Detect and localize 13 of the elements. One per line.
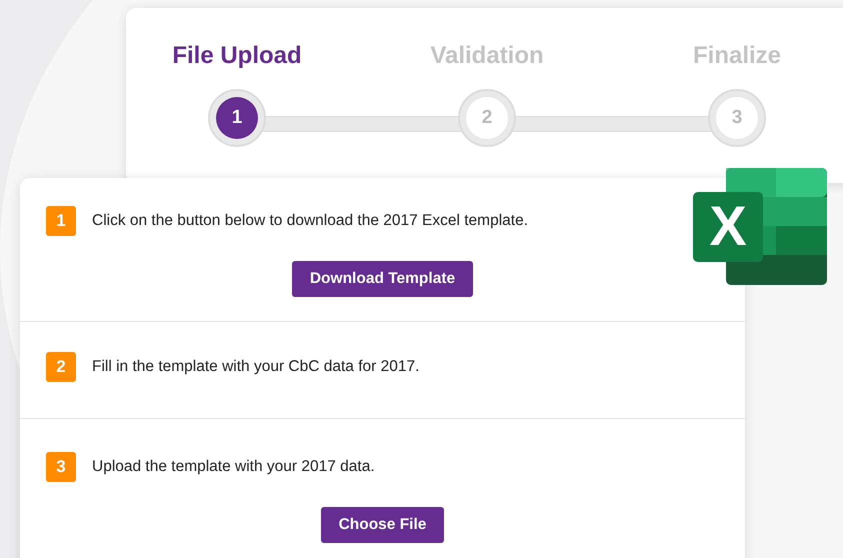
step-number: 1: [216, 96, 258, 139]
step-number-badge: 1: [46, 206, 76, 236]
action-button[interactable]: Download Template: [292, 261, 474, 297]
step-number-badge: 3: [46, 452, 76, 482]
action-button[interactable]: Choose File: [320, 507, 444, 543]
step-number: 3: [716, 96, 758, 139]
instruction-text: Upload the template with your 2017 data.: [92, 458, 375, 476]
step-label[interactable]: File Upload: [172, 42, 302, 71]
instruction-text: Fill in the template with your CbC data for 2017.: [92, 358, 420, 376]
step-number-badge: 2: [46, 352, 76, 382]
step-circle[interactable]: 1: [208, 88, 266, 147]
instruction-text: Click on the button below to download the 2017 Excel template.: [92, 212, 528, 230]
step-number: 2: [466, 96, 508, 139]
